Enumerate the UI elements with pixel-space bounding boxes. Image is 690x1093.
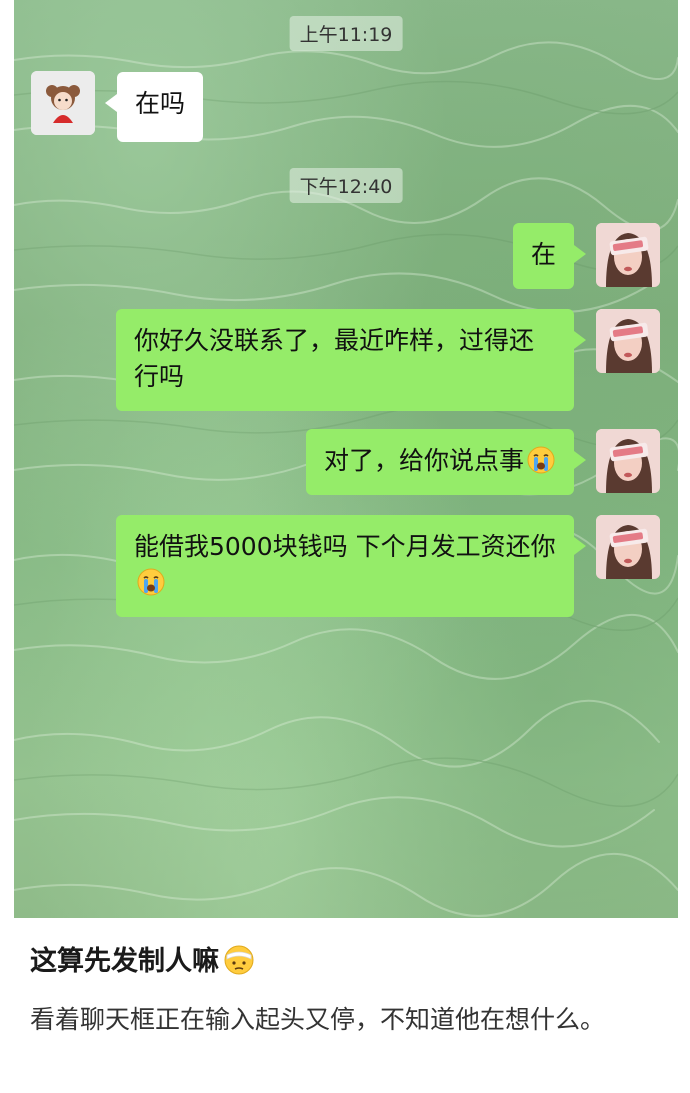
self-avatar[interactable]	[596, 429, 660, 493]
post-caption: 这算先发制人嘛 看着聊天框正在输入起头又停，不知道他在想什么。	[30, 940, 670, 1042]
timestamp: 上午11:19	[289, 16, 403, 51]
contact-avatar[interactable]	[31, 71, 95, 135]
user-photo-avatar-icon	[596, 223, 660, 287]
user-photo-avatar-icon	[596, 515, 660, 579]
message-bubble-sent[interactable]: 能借我5000块钱吗 下个月发工资还你	[116, 515, 586, 617]
post-title: 这算先发制人嘛	[30, 940, 670, 984]
post: 上午11:19 在吗 下午12:40 在 你好久没联系了，最近咋样，过得还行吗 …	[0, 0, 690, 1093]
crying-face-emoji-icon	[137, 568, 165, 596]
message-text: 在	[530, 240, 556, 269]
message-bubble-sent[interactable]: 你好久没联系了，最近咋样，过得还行吗	[116, 309, 586, 411]
message-text: 能借我5000块钱吗 下个月发工资还你	[134, 532, 556, 561]
message-text: 你好久没联系了，最近咋样，过得还行吗	[134, 326, 535, 391]
self-avatar[interactable]	[596, 223, 660, 287]
self-avatar[interactable]	[596, 515, 660, 579]
message-bubble-received[interactable]: 在吗	[104, 72, 204, 142]
post-title-text: 这算先发制人嘛	[30, 946, 219, 977]
chat-screenshot: 上午11:19 在吗 下午12:40 在 你好久没联系了，最近咋样，过得还行吗 …	[14, 0, 678, 918]
crying-face-emoji-icon	[527, 446, 555, 474]
self-avatar[interactable]	[596, 309, 660, 373]
bandage-face-emoji-icon	[224, 945, 254, 975]
message-text: 对了，给你说点事	[323, 446, 524, 475]
user-photo-avatar-icon	[596, 429, 660, 493]
message-text: 在吗	[135, 89, 186, 118]
post-body: 看着聊天框正在输入起头又停，不知道他在想什么。	[30, 1005, 606, 1034]
bear-girl-avatar-icon	[31, 71, 95, 135]
timestamp: 下午12:40	[289, 168, 403, 203]
message-bubble-sent[interactable]: 对了，给你说点事	[305, 429, 587, 495]
message-bubble-sent[interactable]: 在	[512, 223, 587, 289]
user-photo-avatar-icon	[596, 309, 660, 373]
